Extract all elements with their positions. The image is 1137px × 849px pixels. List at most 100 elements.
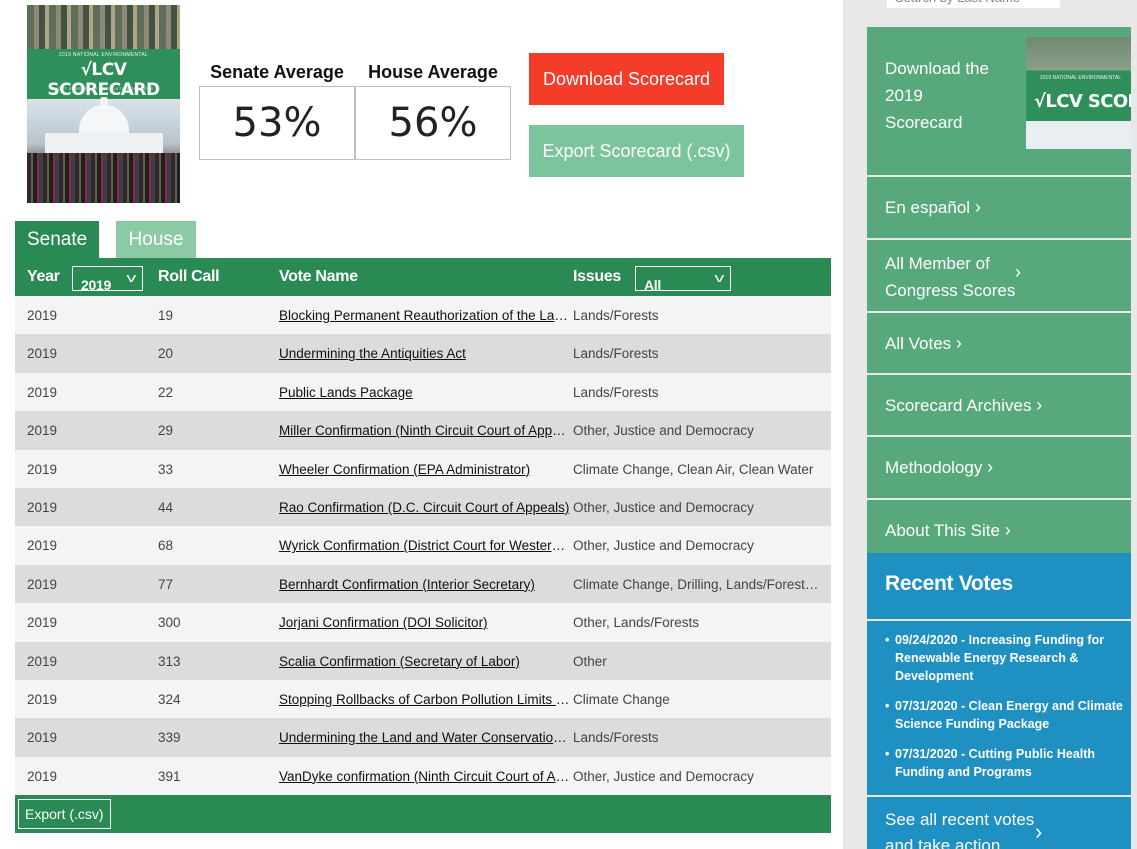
nav-label-text: En español [885, 198, 971, 217]
nav-label: En español › [885, 197, 981, 218]
vote-name-link[interactable]: Scalia Confirmation (Secretary of Labor) [279, 654, 571, 669]
cell-issues: Climate Change, Clean Air, Clean Water [573, 461, 814, 477]
recent-vote-link[interactable]: 07/31/2020 - Clean Energy and Climate Sc… [885, 697, 1125, 733]
export-csv-button[interactable]: Export (.csv) [18, 799, 111, 830]
nav-label: All Votes › [885, 333, 962, 354]
cell-year: 2019 [27, 615, 58, 631]
table-row: 2019 77 Bernhardt Confirmation (Interior… [15, 564, 831, 604]
chevron-down-icon: v [126, 270, 136, 285]
table-row: 2019 391 VanDyke confirmation (Ninth Cir… [15, 756, 831, 796]
table-row: 2019 339 Undermining the Land and Water … [15, 718, 831, 757]
recent-votes-panel: Recent Votes 09/24/2020 - Increasing Fun… [867, 553, 1131, 849]
nav-label: Methodology › [885, 457, 993, 478]
vote-name-link[interactable]: Public Lands Package [279, 385, 571, 400]
download-label-line2: 2019 [885, 86, 923, 105]
vote-name-link[interactable]: Bernhardt Confirmation (Interior Secreta… [279, 577, 571, 592]
chevron-right-icon: › [1004, 520, 1011, 540]
vote-name-link[interactable]: Rao Confirmation (D.C. Circuit Court of … [279, 500, 571, 515]
cell-year: 2019 [27, 538, 58, 554]
see-all-line2: and take action [885, 836, 1001, 849]
cell-year: 2019 [27, 346, 58, 362]
chevron-right-icon: › [987, 457, 994, 477]
cell-issues: Climate Change, Drilling, Lands/Forests,… [573, 576, 823, 592]
tab-senate[interactable]: Senate [15, 221, 99, 258]
vote-name-link[interactable]: Undermining the Land and Water Conservat… [279, 730, 571, 745]
sidebar-item-download-scorecard[interactable]: Download the 2019 Scorecard 2019 NATIONA… [867, 25, 1131, 175]
vote-name-link[interactable]: Wyrick Confirmation (District Court for … [279, 538, 571, 553]
table-row: 2019 20 Undermining the Antiquities Act … [15, 334, 831, 373]
tab-house[interactable]: House [116, 221, 196, 258]
cell-issues: Other, Justice and Democracy [573, 768, 754, 784]
cell-issues: Lands/Forests [573, 308, 659, 323]
cover-title: √LCV SCORECARD [47, 60, 160, 100]
cell-year: 2019 [27, 499, 58, 515]
year-filter-select[interactable]: 2019 v [72, 266, 143, 293]
chevron-right-icon: › [1015, 262, 1021, 282]
averages-labels: Senate Average House Average [199, 62, 511, 83]
table-header: Year 2019 v Roll Call Vote Name Issues A… [15, 258, 831, 296]
issues-filter-select[interactable]: All v [635, 266, 731, 293]
thumbnail-title: √LCV SCORECARD [1034, 91, 1131, 112]
cell-year: 2019 [27, 768, 58, 784]
sidebar-item-scorecard-archives[interactable]: Scorecard Archives › [867, 373, 1131, 435]
see-all-recent-votes-link[interactable]: See all recent votes and take action › [867, 795, 1131, 849]
recent-vote-link[interactable]: 09/24/2020 - Increasing Funding for Rene… [885, 631, 1125, 685]
cell-roll-call: 22 [158, 384, 174, 400]
recent-vote-link[interactable]: 07/31/2020 - Cutting Public Health Fundi… [885, 745, 1125, 781]
house-average-value: 56% [355, 86, 511, 160]
sidebar-item-en-espanol[interactable]: En español › [867, 175, 1131, 238]
sidebar-nav: Download the 2019 Scorecard 2019 NATIONA… [867, 0, 1131, 560]
vote-name-link[interactable]: Wheeler Confirmation (EPA Administrator) [279, 462, 571, 477]
download-scorecard-label: Download the 2019 Scorecard [885, 55, 989, 136]
chevron-right-icon: › [974, 197, 981, 217]
vote-name-link[interactable]: Stopping Rollbacks of Carbon Pollution L… [279, 692, 571, 707]
cell-year: 2019 [27, 423, 58, 439]
download-scorecard-button[interactable]: Download Scorecard [529, 53, 724, 105]
capitol-building [45, 133, 163, 155]
cell-issues: Other, Justice and Democracy [573, 499, 754, 515]
vote-name-link[interactable]: Jorjani Confirmation (DOI Solicitor) [279, 615, 571, 630]
averages-values: 53% 56% [199, 86, 511, 160]
chevron-down-icon: v [714, 270, 724, 285]
recent-votes-divider [867, 619, 1131, 621]
cell-roll-call: 77 [158, 576, 174, 592]
vote-name-link[interactable]: Miller Confirmation (Ninth Circuit Court… [279, 423, 571, 438]
cell-roll-call: 33 [158, 461, 174, 477]
table-row: 2019 68 Wyrick Confirmation (District Co… [15, 526, 831, 565]
nav-label-text: All Votes [885, 334, 952, 353]
table-footer: Export (.csv) [15, 795, 831, 834]
cell-roll-call: 391 [158, 768, 181, 784]
sidebar-item-all-member-scores[interactable]: All Member of Congress Scores › [867, 238, 1131, 311]
cell-roll-call: 313 [158, 653, 181, 669]
house-average-label: House Average [368, 62, 498, 82]
cell-issues: Other, Justice and Democracy [573, 538, 754, 554]
table-row: 2019 300 Jorjani Confirmation (DOI Solic… [15, 603, 831, 642]
table-row: 2019 324 Stopping Rollbacks of Carbon Po… [15, 679, 831, 719]
cell-issues: Lands/Forests [573, 346, 659, 362]
cover-people-graphic [27, 153, 180, 203]
vote-name-link[interactable]: VanDyke confirmation (Ninth Circuit Cour… [279, 769, 571, 784]
cover-subtitle: 2019 NATIONAL ENVIRONMENTAL [58, 52, 149, 58]
download-label-line3: Scorecard [885, 113, 963, 132]
table-row: 2019 29 Miller Confirmation (Ninth Circu… [15, 411, 831, 450]
nav-label: About This Site › [885, 520, 1011, 541]
sidebar-item-all-votes[interactable]: All Votes › [867, 311, 1131, 373]
vote-name-link[interactable]: Blocking Permanent Reauthorization of th… [279, 308, 571, 323]
chevron-right-icon: › [955, 333, 962, 353]
table-row: 2019 313 Scalia Confirmation (Secretary … [15, 641, 831, 680]
sidebar-item-about-this-site[interactable]: About This Site › [867, 498, 1131, 560]
cell-issues: Other, Lands/Forests [573, 615, 700, 631]
sidebar-item-methodology[interactable]: Methodology › [867, 435, 1131, 498]
cell-roll-call: 339 [158, 730, 181, 746]
scorecard-cover-image: 2019 NATIONAL ENVIRONMENTAL √LCV SCORECA… [27, 5, 180, 203]
nav-label-text: Scorecard Archives [885, 396, 1032, 415]
cell-year: 2019 [27, 730, 58, 746]
export-scorecard-csv-button[interactable]: Export Scorecard (.csv) [529, 125, 744, 177]
votes-table: Year 2019 v Roll Call Vote Name Issues A… [15, 258, 831, 834]
nav-label-line2: Congress Scores [885, 281, 1016, 300]
recent-votes-list: 09/24/2020 - Increasing Funding for Rene… [885, 631, 1125, 793]
cell-issues: Lands/Forests [573, 730, 659, 746]
vote-name-link[interactable]: Undermining the Antiquities Act [279, 346, 571, 361]
cell-roll-call: 19 [158, 308, 174, 323]
cell-roll-call: 68 [158, 538, 174, 554]
